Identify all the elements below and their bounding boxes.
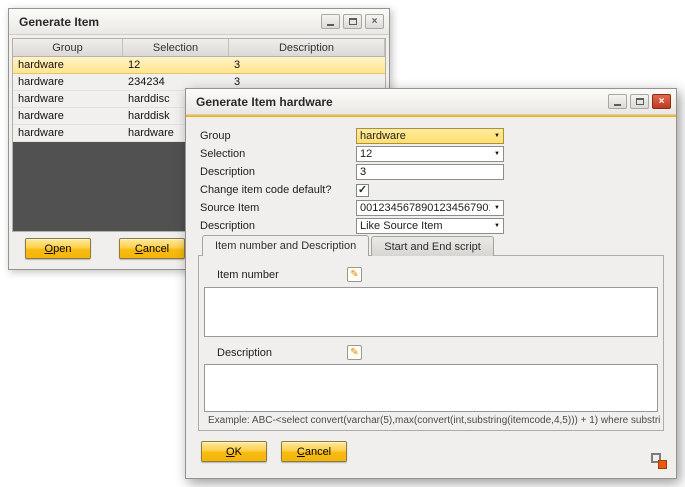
description-mode-label: Description <box>200 220 356 232</box>
window-title: Generate Item hardware <box>196 95 608 109</box>
field-row-description-mode: Description Like Source Item ▼ <box>186 217 676 235</box>
source-item-dropdown[interactable]: 00123456789012345679012345 ▼ <box>356 200 504 216</box>
selection-dropdown[interactable]: 12 ▼ <box>356 146 504 162</box>
field-row-source-item: Source Item 00123456789012345679012345 ▼ <box>186 199 676 217</box>
form-fields: Group hardware ▼ Selection 12 ▼ Descript… <box>186 127 676 235</box>
tab-panel: Item number ✎ Description ✎ Example: ABC… <box>198 255 664 431</box>
cancel-button[interactable]: Cancel <box>119 238 185 259</box>
maximize-icon <box>349 18 357 25</box>
field-row-description: Description <box>186 163 676 181</box>
field-row-selection: Selection 12 ▼ <box>186 145 676 163</box>
tab-item-number-and-description[interactable]: Item number and Description <box>202 235 369 256</box>
generate-item-hardware-titlebar[interactable]: Generate Item hardware × <box>186 89 676 115</box>
example-text: Example: ABC-<select convert(varchar(5),… <box>208 415 661 426</box>
selection-value: 12 <box>360 148 372 160</box>
item-number-row: Item number ✎ <box>217 269 653 281</box>
maximize-button[interactable] <box>630 94 649 109</box>
cancel-button[interactable]: Cancel <box>281 441 347 462</box>
minimize-icon <box>614 104 621 106</box>
description-mode-value: Like Source Item <box>360 220 443 232</box>
chevron-down-icon[interactable]: ▼ <box>491 219 503 233</box>
window-controls: × <box>321 14 384 29</box>
column-header-group[interactable]: Group <box>13 39 123 56</box>
close-button[interactable]: × <box>365 14 384 29</box>
change-item-code-label: Change item code default? <box>200 184 356 196</box>
close-icon: × <box>659 97 665 107</box>
edit-description-icon[interactable]: ✎ <box>347 345 362 360</box>
table-cell: 12 <box>123 57 229 73</box>
description-textarea[interactable] <box>204 364 658 412</box>
check-icon: ✓ <box>358 185 367 196</box>
description-input[interactable] <box>356 164 504 180</box>
source-item-label: Source Item <box>200 202 356 214</box>
window-controls: × <box>608 94 671 109</box>
table-row[interactable]: hardware123 <box>13 57 385 74</box>
table-header: Group Selection Description <box>13 39 385 57</box>
column-header-selection[interactable]: Selection <box>123 39 229 56</box>
edit-item-number-icon[interactable]: ✎ <box>347 267 362 282</box>
maximize-icon <box>636 98 644 105</box>
table-cell: hardware <box>13 108 123 124</box>
tab-start-and-end-script[interactable]: Start and End script <box>371 236 494 256</box>
item-number-textarea[interactable] <box>204 287 658 337</box>
description-script-label: Description <box>217 347 272 359</box>
front-window-buttons: OK Cancel <box>201 441 347 462</box>
table-cell: hardware <box>13 74 123 90</box>
selection-label: Selection <box>200 148 356 160</box>
accent-gold-line <box>186 115 676 117</box>
group-value: hardware <box>360 130 406 142</box>
generate-item-hardware-window: Generate Item hardware × Group hardware … <box>185 88 677 479</box>
description-mode-dropdown[interactable]: Like Source Item ▼ <box>356 218 504 234</box>
table-cell: 3 <box>229 57 385 73</box>
description-label: Description <box>200 166 356 178</box>
chevron-down-icon[interactable]: ▼ <box>491 201 503 215</box>
chevron-down-icon[interactable]: ▼ <box>491 129 503 143</box>
grip-front-square <box>658 460 667 469</box>
chevron-down-icon[interactable]: ▼ <box>491 147 503 161</box>
resize-grip-icon[interactable] <box>651 453 667 469</box>
close-button[interactable]: × <box>652 94 671 109</box>
maximize-button[interactable] <box>343 14 362 29</box>
table-cell: hardware <box>13 91 123 107</box>
window-title: Generate Item <box>19 15 321 29</box>
table-cell: hardware <box>13 57 123 73</box>
open-button[interactable]: Open <box>25 238 91 259</box>
minimize-button[interactable] <box>321 14 340 29</box>
minimize-icon <box>327 24 334 26</box>
source-item-value: 00123456789012345679012345 <box>360 202 490 214</box>
group-label: Group <box>200 130 356 142</box>
tab-strip: Item number and Description Start and En… <box>202 235 496 256</box>
field-row-group: Group hardware ▼ <box>186 127 676 145</box>
generate-item-titlebar[interactable]: Generate Item × <box>9 9 389 35</box>
item-number-label: Item number <box>217 269 279 281</box>
table-cell: hardware <box>13 125 123 141</box>
change-item-code-checkbox[interactable]: ✓ <box>356 184 369 197</box>
close-icon: × <box>372 17 378 27</box>
ok-button[interactable]: OK <box>201 441 267 462</box>
field-row-change-item-code: Change item code default? ✓ <box>186 181 676 199</box>
column-header-description[interactable]: Description <box>229 39 385 56</box>
minimize-button[interactable] <box>608 94 627 109</box>
group-dropdown[interactable]: hardware ▼ <box>356 128 504 144</box>
description-row: Description ✎ <box>217 347 653 359</box>
